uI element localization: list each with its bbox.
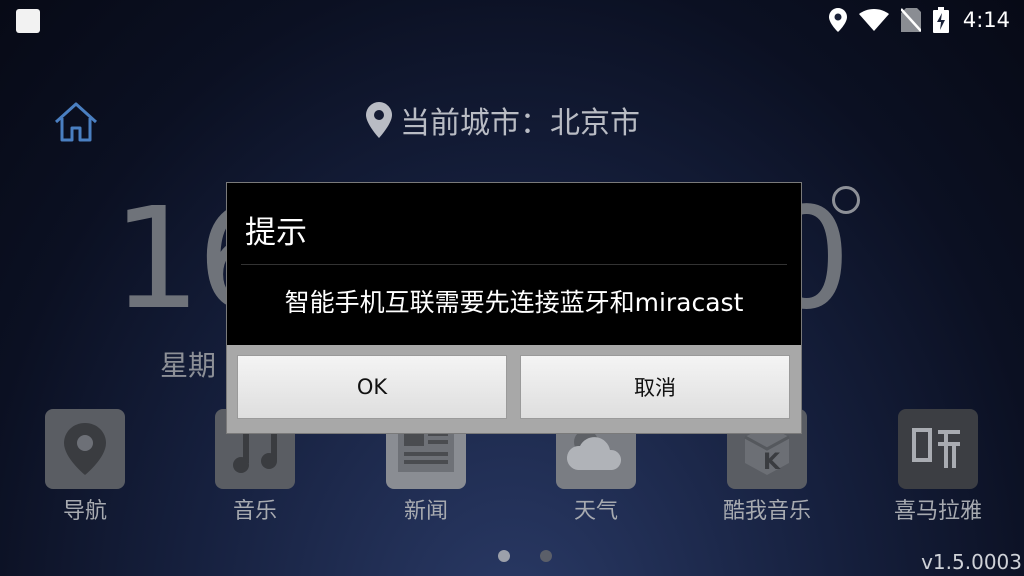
ok-button[interactable]: OK <box>237 355 507 419</box>
dialog-message: 智能手机互联需要先连接蓝牙和miracast <box>284 288 744 317</box>
dialog-title: 提示 <box>245 215 307 251</box>
alert-dialog: 提示 智能手机互联需要先连接蓝牙和miracast OK 取消 <box>226 182 802 434</box>
dialog-divider <box>241 264 787 265</box>
cancel-button[interactable]: 取消 <box>520 355 790 419</box>
dialog-button-bar: OK 取消 <box>227 345 801 433</box>
